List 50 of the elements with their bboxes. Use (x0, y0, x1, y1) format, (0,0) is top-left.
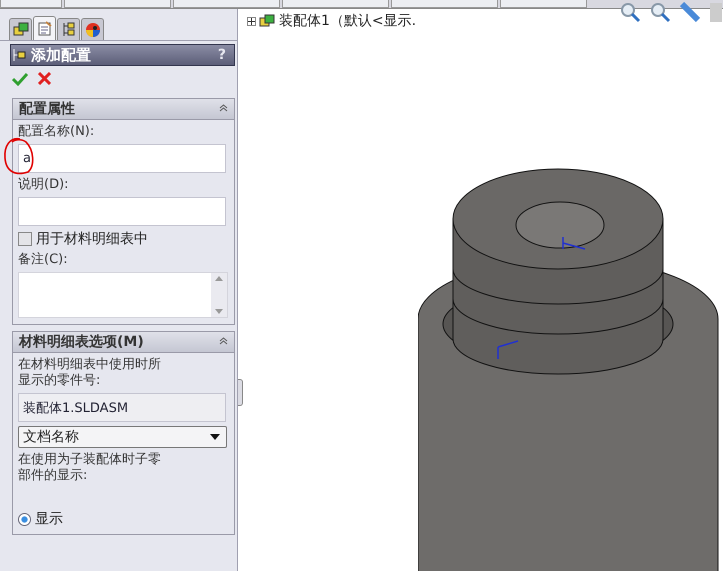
document-tab[interactable] (64, 0, 171, 8)
checkbox[interactable]: 用于材料明细表中 (18, 230, 228, 248)
radio-button[interactable]: 显示 (18, 510, 228, 528)
document-tab[interactable] (500, 0, 587, 8)
panel-tab[interactable] (81, 18, 104, 40)
panel-splitter-handle[interactable] (238, 379, 243, 406)
assembly-icon (259, 14, 276, 28)
flashlight-icon[interactable] (679, 1, 701, 23)
zoom-icon[interactable] (619, 1, 641, 23)
panel-tab[interactable] (9, 18, 32, 40)
expand-toggle[interactable] (247, 16, 256, 26)
panel-tab[interactable] (33, 16, 56, 40)
radio-label: 显示 (35, 510, 63, 528)
document-tab[interactable] (0, 0, 62, 8)
document-tab[interactable] (282, 0, 389, 8)
tree-item[interactable]: 装配体1（默认<显示. (279, 12, 416, 30)
property-sheet-icon (36, 21, 52, 36)
field-label: 在材料明细表中使用时所显示的零件号: (18, 357, 161, 389)
collapse-button[interactable] (219, 336, 228, 348)
dropdown[interactable]: 文档名称 (18, 426, 227, 448)
caret-icon (210, 434, 220, 440)
field-label: 备注(C): (18, 252, 69, 268)
panel-tab[interactable] (57, 18, 80, 40)
group-title: 配置属性 (19, 100, 76, 118)
input-field[interactable]: a (18, 144, 226, 173)
assembly-icon (12, 22, 28, 37)
input-field[interactable]: 装配体1.SLDASM (18, 393, 226, 422)
document-tab[interactable] (391, 0, 498, 8)
field-label: 在使用为子装配体时子零部件的显示: (18, 452, 161, 484)
scroll-down-icon[interactable] (215, 309, 223, 314)
panel-title: 添加配置 (31, 46, 92, 64)
color-ball-icon (84, 22, 100, 38)
document-tab[interactable] (173, 0, 280, 8)
section-icon[interactable] (709, 1, 723, 23)
collapse-button[interactable] (219, 104, 228, 114)
configuration-icon (13, 48, 27, 62)
close-icon[interactable] (38, 72, 51, 85)
zoom-icon[interactable] (649, 1, 671, 23)
configuration-tree-icon (60, 22, 76, 37)
field-label: 配置名称(N): (18, 124, 96, 140)
scrollbar[interactable] (211, 273, 227, 317)
checkmark-icon[interactable] (12, 72, 28, 86)
checkbox-label: 用于材料明细表中 (36, 230, 148, 248)
chevron-icon (219, 336, 228, 344)
group-title: 材料明细表选项(M) (19, 333, 145, 351)
input-field[interactable] (18, 197, 226, 226)
field-label: 说明(D): (18, 177, 70, 193)
scroll-up-icon[interactable] (215, 276, 223, 281)
comment-field[interactable] (18, 272, 228, 318)
chevron-icon (219, 104, 228, 112)
